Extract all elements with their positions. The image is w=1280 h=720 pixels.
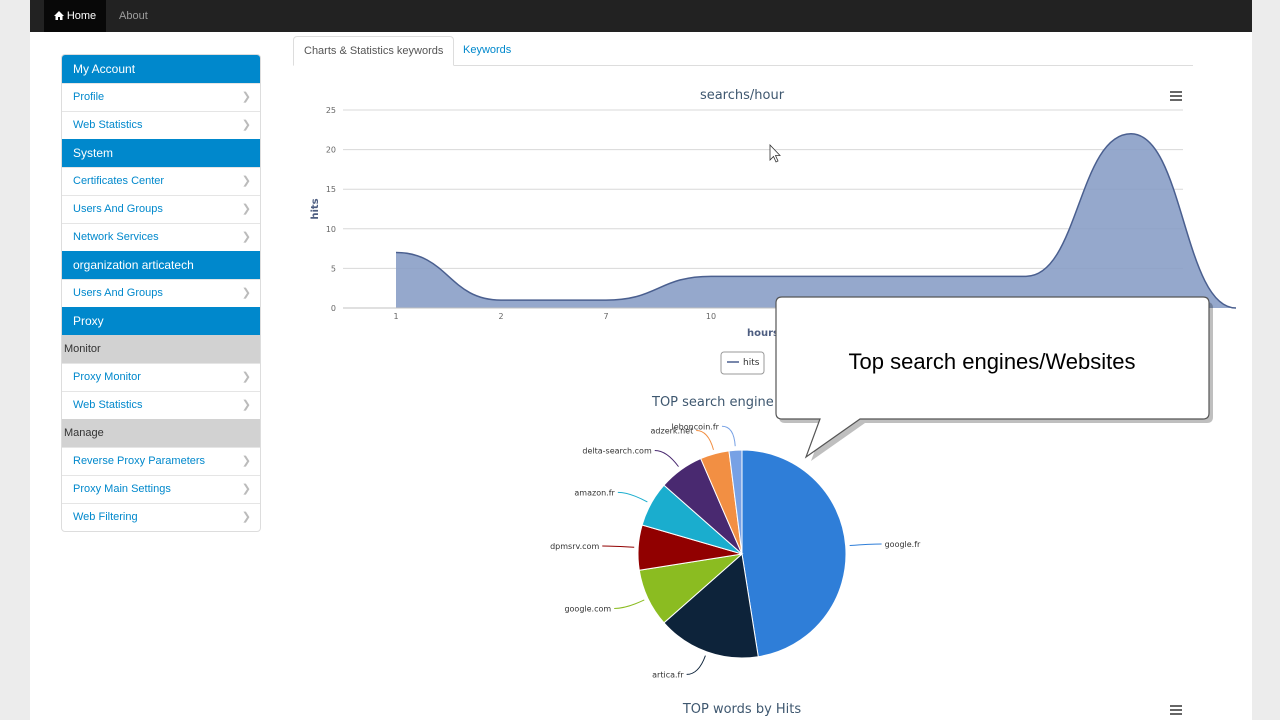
nav-home[interactable]: Home	[44, 0, 106, 32]
sidebar-item-network-services[interactable]: Network Services ❯	[62, 223, 260, 251]
sidebar-item-web-filtering[interactable]: Web Filtering ❯	[62, 503, 260, 531]
sidebar-group-monitor: Monitor	[62, 335, 260, 363]
sidebar-item-users-and-groups[interactable]: Users And Groups ❯	[62, 195, 260, 223]
sidebar-header-my-account: My Account	[62, 55, 260, 83]
sidebar-item-label: Proxy Monitor	[73, 371, 141, 383]
sidebar-item-label: Profile	[73, 91, 105, 103]
sidebar-item-label: Reverse Proxy Parameters	[73, 455, 206, 467]
page-content: My Account Profile ❯ Web Statistics ❯ Syst…	[30, 32, 1252, 720]
tab-keywords[interactable]: Keywords	[453, 36, 521, 64]
sidebar-item-proxy-web-statistics[interactable]: Web Statistics ❯	[62, 391, 260, 419]
tab-charts-statistics[interactable]: Charts & Statistics keywords	[293, 36, 455, 66]
sidebar-group-manage: Manage	[62, 419, 260, 447]
sidebar-item-label: Web Statistics	[73, 399, 143, 411]
sidebar-item-label: Proxy Main Settings	[73, 483, 171, 495]
sidebar-item-label: Web Statistics	[73, 119, 143, 131]
sidebar-item-label: Web Filtering	[73, 511, 138, 523]
sidebar-item-label: Network Services	[73, 231, 159, 243]
chevron-right-icon: ❯	[241, 483, 251, 495]
sidebar-item-label: Users And Groups	[73, 287, 163, 299]
sidebar-item-label: Users And Groups	[73, 203, 163, 215]
chevron-right-icon: ❯	[241, 119, 251, 131]
chevron-right-icon: ❯	[241, 175, 251, 187]
chevron-right-icon: ❯	[241, 455, 251, 467]
chevron-right-icon: ❯	[241, 231, 251, 243]
sidebar-item-reverse-proxy[interactable]: Reverse Proxy Parameters ❯	[62, 447, 260, 475]
chevron-right-icon: ❯	[241, 91, 251, 103]
nav-about[interactable]: About	[119, 0, 148, 32]
sidebar-item-label: Certificates Center	[73, 175, 165, 187]
sidebar-header-organization: organization articatech	[62, 251, 260, 279]
sidebar-item-proxy-monitor[interactable]: Proxy Monitor ❯	[62, 363, 260, 391]
chevron-right-icon: ❯	[241, 371, 251, 383]
chart-menu-icon[interactable]	[1170, 91, 1182, 101]
chevron-right-icon: ❯	[241, 511, 251, 523]
sidebar-item-org-users-and-groups[interactable]: Users And Groups ❯	[62, 279, 260, 307]
home-icon	[53, 11, 64, 20]
tab-bar: Charts & Statistics keywords Keywords	[293, 36, 1193, 66]
chevron-right-icon: ❯	[241, 287, 251, 299]
sidebar-header-system: System	[62, 139, 260, 167]
sidebar-item-proxy-main-settings[interactable]: Proxy Main Settings ❯	[62, 475, 260, 503]
sidebar-header-proxy: Proxy	[62, 307, 260, 335]
sidebar-item-web-statistics[interactable]: Web Statistics ❯	[62, 111, 260, 139]
top-navbar: Home About	[30, 0, 1252, 32]
sidebar-item-certificates-center[interactable]: Certificates Center ❯	[62, 167, 260, 195]
sidebar-item-profile[interactable]: Profile ❯	[62, 83, 260, 111]
chevron-right-icon: ❯	[241, 399, 251, 411]
sidebar: My Account Profile ❯ Web Statistics ❯ Syst…	[61, 54, 261, 532]
nav-home-label: Home	[66, 10, 97, 22]
chart-menu-icon[interactable]	[1170, 705, 1182, 715]
chevron-right-icon: ❯	[241, 203, 251, 215]
